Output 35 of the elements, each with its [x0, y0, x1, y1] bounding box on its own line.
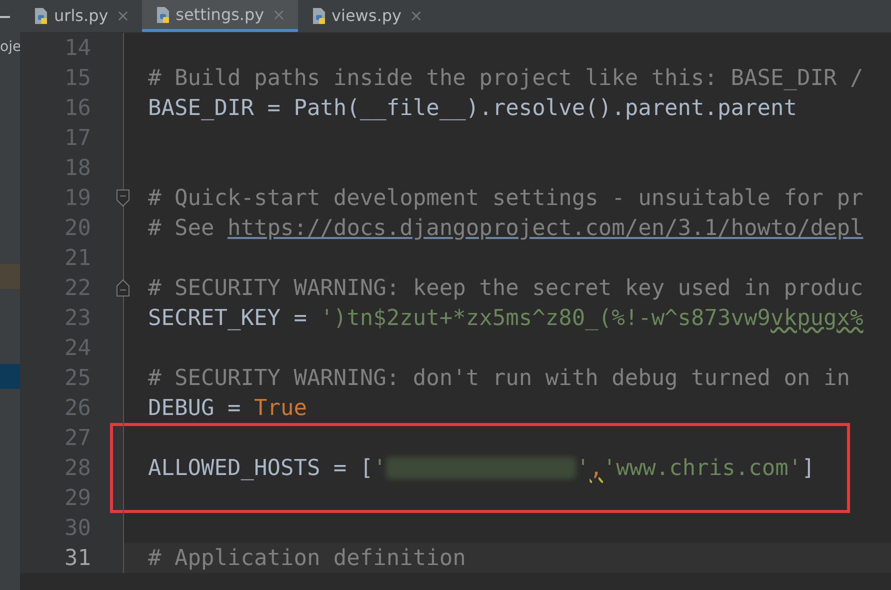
comma-text: ,	[590, 454, 603, 482]
tab-label: urls.py	[54, 5, 108, 27]
string-literal: '	[576, 454, 590, 482]
close-icon[interactable]: ×	[409, 4, 423, 28]
comment-text: # Application definition	[148, 544, 466, 572]
code-text: DEBUG =	[148, 394, 242, 422]
code-text: ALLOWED_HOSTS = [	[148, 454, 374, 482]
comment-text: # SECURITY WARNING: don't run with debug turned on in	[148, 364, 850, 392]
fold-icon[interactable]	[116, 279, 130, 297]
tab-label: views.py	[332, 5, 402, 27]
comment-text: # See	[148, 214, 216, 242]
string-literal: vkpugx%	[770, 304, 864, 332]
close-icon[interactable]: ×	[116, 4, 130, 28]
minimize-icon[interactable]	[0, 16, 10, 18]
url-link[interactable]: https://docs.djangoproject.com/en/3.1/howto/depl	[227, 212, 864, 244]
file-tab[interactable]: settings.py ×	[142, 0, 298, 32]
string-literal: ')tn$2zut+*zx5ms^z80_(%!-w^s873vw9	[320, 304, 771, 332]
python-file-icon	[32, 7, 50, 25]
comment-text: # SECURITY WARNING: keep the secret key used in produc	[148, 274, 864, 302]
line-number: 31	[64, 544, 91, 572]
fold-icon[interactable]	[116, 189, 130, 207]
string-literal: 'www.chris.com'	[602, 454, 802, 482]
selection-marker	[0, 364, 20, 389]
code-text: SECRET_KEY =	[148, 304, 308, 332]
file-tab[interactable]: views.py ×	[298, 0, 435, 32]
comment-text: # Quick-start development settings - unsuitable for pr	[148, 184, 864, 212]
code-text: BASE_DIR = Path(__file__).resolve().parent.parent	[148, 94, 798, 122]
file-tab[interactable]: urls.py ×	[20, 0, 142, 32]
string-literal: '	[373, 454, 386, 482]
code-text: ]	[802, 454, 815, 482]
comment-text: # Build paths inside the project like this: BASE_DIR /	[148, 64, 864, 92]
tab-label: settings.py	[176, 4, 264, 26]
selection-marker	[0, 264, 20, 289]
panel-label: oje	[0, 38, 20, 57]
keyword-text: True	[254, 394, 307, 422]
